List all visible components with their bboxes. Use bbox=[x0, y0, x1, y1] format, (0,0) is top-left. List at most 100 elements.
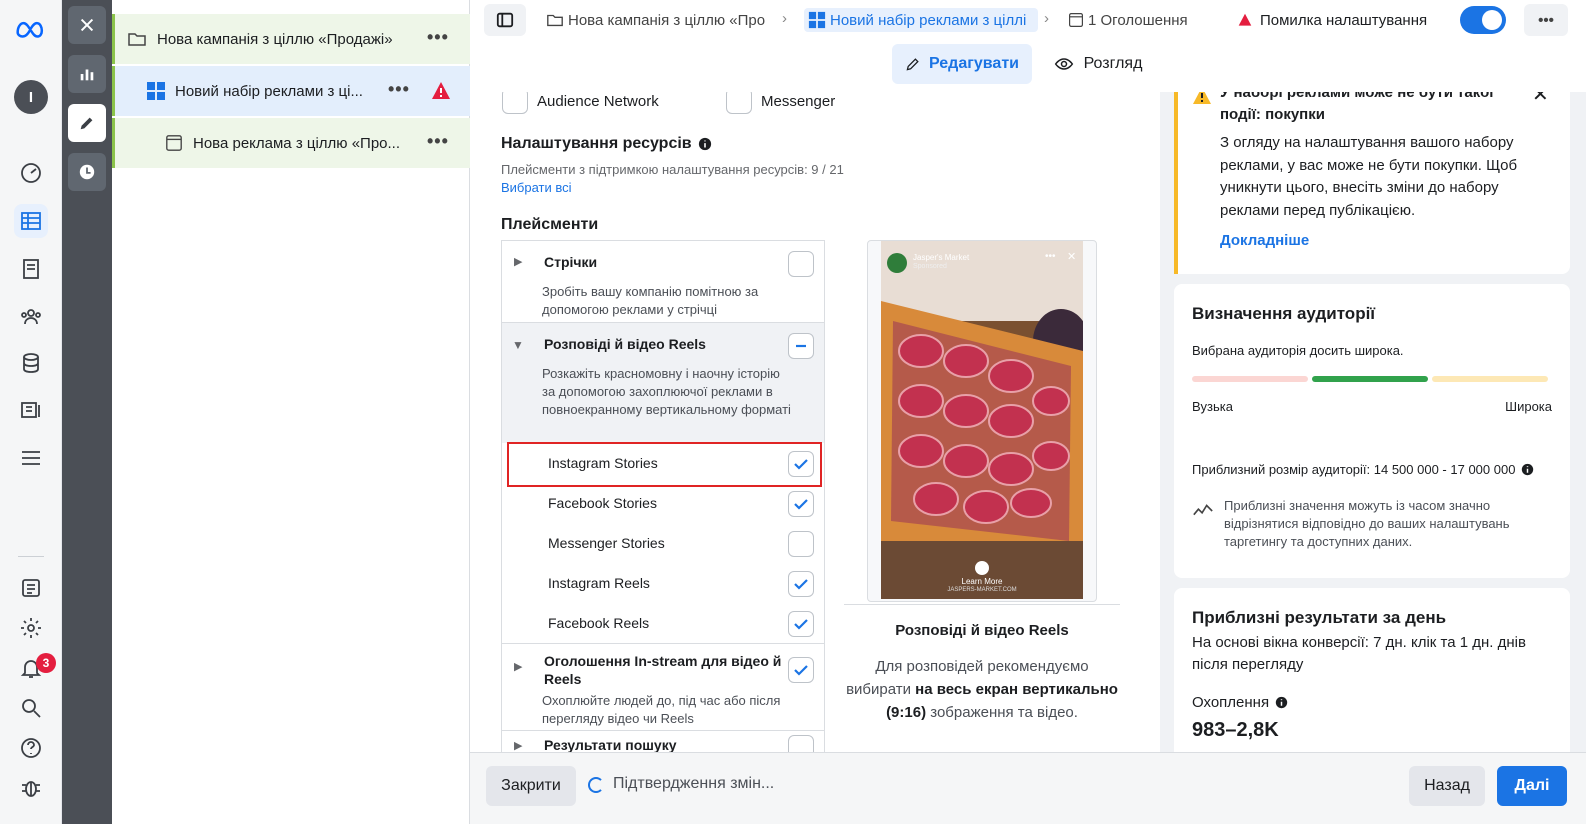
info-icon[interactable] bbox=[1521, 463, 1534, 476]
placement-item-checkbox[interactable] bbox=[788, 531, 814, 557]
gauge-wide-segment bbox=[1432, 376, 1548, 382]
check-icon bbox=[794, 579, 808, 590]
placements-form: Audience Network Messenger Налаштування … bbox=[470, 92, 1160, 752]
stories-group-checkbox[interactable] bbox=[788, 333, 814, 359]
expand-arrow-icon[interactable]: ▶ bbox=[514, 255, 522, 268]
placement-item-checkbox[interactable] bbox=[788, 571, 814, 597]
setup-error-status[interactable]: Помилка налаштування bbox=[1238, 8, 1438, 32]
breadcrumb-campaign-label: Нова кампанія з ціллю «Про bbox=[568, 11, 766, 29]
settings-gear-icon[interactable] bbox=[14, 611, 48, 645]
stories-description: Розкажіть красномовну і наочну історію з… bbox=[542, 366, 791, 417]
placement-item[interactable]: Messenger Stories bbox=[502, 523, 824, 563]
chevron-right-icon: › bbox=[1044, 10, 1049, 27]
expand-arrow-icon[interactable]: ▶ bbox=[514, 660, 522, 673]
catalog-icon[interactable] bbox=[14, 393, 48, 427]
instream-title: Оголошення In-stream для відео й Reels bbox=[544, 653, 782, 687]
feeds-checkbox[interactable] bbox=[788, 251, 814, 277]
check-icon bbox=[794, 665, 808, 676]
feeds-title: Стрічки bbox=[544, 254, 598, 270]
pencil-icon bbox=[906, 58, 919, 71]
toggle-panel-button[interactable] bbox=[484, 4, 526, 36]
preview-title: Розповіді й відео Reels bbox=[895, 622, 1069, 639]
audiences-icon[interactable] bbox=[14, 300, 48, 334]
estimated-results-card: Приблизні результати за день На основі в… bbox=[1174, 588, 1570, 752]
check-icon bbox=[794, 619, 808, 630]
billing-icon[interactable] bbox=[14, 346, 48, 380]
charts-tool-button[interactable] bbox=[68, 55, 106, 93]
instream-checkbox[interactable] bbox=[788, 657, 814, 683]
collapse-arrow-icon[interactable]: ▼ bbox=[512, 338, 524, 352]
gauge-narrow-segment bbox=[1192, 376, 1308, 382]
reports-icon[interactable] bbox=[14, 571, 48, 605]
edit-tool-button[interactable] bbox=[68, 104, 106, 142]
tree-item-campaign[interactable]: Нова кампанія з ціллю «Продажі» ••• bbox=[112, 14, 470, 64]
story-more-icon: ••• bbox=[1045, 251, 1056, 262]
ad-preview-phone: Jasper's Market Sponsored ••• ✕ Learn Mo… bbox=[867, 240, 1097, 602]
status-toggle[interactable] bbox=[1460, 6, 1506, 34]
avatar[interactable]: I bbox=[14, 80, 48, 114]
meta-logo-icon[interactable] bbox=[14, 12, 48, 46]
tree-item-ad[interactable]: Нова реклама з ціллю «Про... ••• bbox=[112, 118, 470, 168]
tart-image bbox=[881, 241, 1083, 599]
back-button-label: Назад bbox=[1424, 777, 1470, 794]
folder-icon bbox=[128, 33, 146, 46]
breadcrumb-campaign[interactable]: Нова кампанія з ціллю «Про bbox=[546, 8, 774, 32]
tree-item-adset[interactable]: Новий набір реклами з ці... ••• bbox=[112, 66, 470, 116]
campaign-more-icon[interactable]: ••• bbox=[427, 27, 449, 48]
warning-close-icon[interactable]: ✕ bbox=[1532, 92, 1549, 107]
warning-card: У наборі реклами може не бути такої поді… bbox=[1174, 92, 1570, 274]
ad-more-icon[interactable]: ••• bbox=[427, 131, 449, 152]
search-icon[interactable] bbox=[14, 691, 48, 725]
preview-mode-button[interactable]: Розгляд bbox=[1046, 44, 1150, 84]
learn-more-link[interactable]: Докладніше bbox=[1220, 232, 1309, 249]
pages-icon[interactable] bbox=[14, 252, 48, 286]
search-results-checkbox[interactable] bbox=[788, 735, 814, 752]
adset-more-icon[interactable]: ••• bbox=[388, 79, 410, 100]
help-icon[interactable] bbox=[14, 731, 48, 765]
back-button[interactable]: Назад bbox=[1409, 766, 1485, 806]
placement-item-checkbox[interactable] bbox=[788, 491, 814, 517]
info-icon[interactable] bbox=[698, 137, 712, 151]
adset-grid-icon bbox=[147, 82, 165, 100]
select-all-link[interactable]: Вибрати всі bbox=[501, 180, 572, 195]
placement-item[interactable]: Instagram Reels bbox=[502, 563, 824, 603]
placement-item[interactable]: Instagram Stories bbox=[502, 443, 824, 483]
close-editor-button[interactable] bbox=[68, 6, 106, 44]
folder-icon bbox=[547, 14, 563, 27]
info-icon[interactable] bbox=[1275, 696, 1288, 709]
placement-item-checkbox[interactable] bbox=[788, 451, 814, 477]
warning-title: У наборі реклами може не бути такої поді… bbox=[1220, 92, 1494, 123]
audience-network-checkbox[interactable] bbox=[502, 92, 528, 114]
placement-item[interactable]: Facebook Stories bbox=[502, 483, 824, 523]
placement-item-label: Messenger Stories bbox=[548, 535, 665, 551]
more-options-button[interactable]: ••• bbox=[1524, 4, 1568, 36]
placement-item-label: Instagram Stories bbox=[548, 455, 658, 471]
close-button[interactable]: Закрити bbox=[486, 766, 576, 806]
feeds-description: Зробіть вашу компанію помітною за допомо… bbox=[542, 284, 759, 317]
reach-label: Охоплення bbox=[1192, 694, 1288, 711]
avatar-letter: I bbox=[28, 88, 34, 106]
loading-spinner-icon bbox=[588, 777, 604, 793]
bug-report-icon[interactable] bbox=[14, 771, 48, 805]
audience-size: Приблизний розмір аудиторії: 14 500 000 … bbox=[1192, 462, 1534, 477]
next-button[interactable]: Далі bbox=[1497, 766, 1567, 806]
breadcrumb-ads[interactable]: 1 Оголошення bbox=[1068, 8, 1208, 32]
results-title: Приблизні результати за день bbox=[1192, 608, 1447, 627]
history-tool-button[interactable] bbox=[68, 153, 106, 191]
placement-item-checkbox[interactable] bbox=[788, 611, 814, 637]
error-warning-icon bbox=[432, 82, 450, 99]
menu-icon[interactable] bbox=[14, 441, 48, 475]
ad-preview-image: Jasper's Market Sponsored ••• ✕ Learn Mo… bbox=[881, 241, 1083, 599]
resource-settings-title-text: Налаштування ресурсів bbox=[501, 135, 692, 152]
campaigns-table-icon[interactable] bbox=[14, 204, 48, 238]
panel-toggle-icon bbox=[496, 12, 514, 28]
preview-divider bbox=[844, 604, 1120, 605]
dashboard-icon[interactable] bbox=[14, 156, 48, 190]
expand-arrow-icon[interactable]: ▶ bbox=[514, 739, 522, 752]
ad-name: Нова реклама з ціллю «Про... bbox=[193, 134, 401, 152]
placement-item[interactable]: Facebook Reels bbox=[502, 603, 824, 643]
edit-mode-button[interactable]: Редагувати bbox=[892, 44, 1032, 84]
breadcrumb-adset[interactable]: Новий набір реклами з ціллі bbox=[804, 8, 1038, 32]
messenger-checkbox[interactable] bbox=[726, 92, 752, 114]
placements-list: ▶ Стрічки Зробіть вашу компанію помітною… bbox=[501, 240, 825, 752]
